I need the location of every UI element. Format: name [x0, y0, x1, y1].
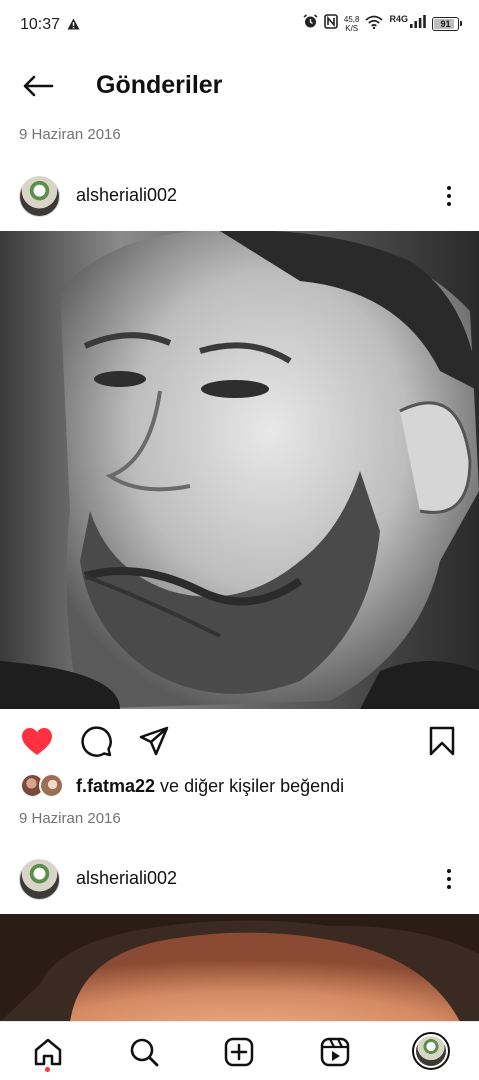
notification-dot [45, 1067, 50, 1072]
username[interactable]: alsheriali002 [76, 185, 177, 206]
nav-profile[interactable] [411, 1031, 451, 1071]
signal-icon [410, 15, 426, 33]
battery-icon: 91 [432, 17, 462, 31]
nav-create[interactable] [221, 1034, 257, 1070]
post-header: alsheriali002 [0, 859, 479, 907]
comment-icon [81, 726, 112, 757]
more-options-button[interactable] [437, 863, 461, 895]
bottom-navigation [0, 1021, 479, 1080]
network-speed: 45,8 K/S [344, 15, 360, 33]
post-date: 9 Haziran 2016 [19, 810, 121, 827]
network-speed-unit: K/S [345, 24, 359, 33]
send-icon [139, 726, 169, 756]
nfc-icon [324, 14, 338, 34]
nav-search[interactable] [126, 1034, 162, 1070]
likes-suffix[interactable]: diğer kişiler beğendi [184, 776, 344, 796]
avatar[interactable] [19, 176, 60, 217]
add-icon [224, 1037, 254, 1067]
more-vertical-icon [447, 869, 451, 873]
likes-summary[interactable]: f.fatma22 ve diğer kişiler beğendi [0, 772, 479, 800]
battery-level: 91 [440, 19, 451, 29]
warning-icon [67, 17, 80, 35]
nav-reels[interactable] [317, 1034, 353, 1070]
comment-button[interactable] [79, 724, 113, 758]
more-options-button[interactable] [437, 180, 461, 212]
arrow-left-icon [23, 75, 54, 97]
status-time: 10:37 [20, 16, 61, 33]
avatar[interactable] [19, 859, 60, 900]
home-icon [34, 1038, 62, 1066]
share-button[interactable] [137, 724, 171, 758]
post-header: alsheriali002 [0, 176, 479, 224]
page-title: Gönderiler [96, 71, 223, 99]
wifi-icon [365, 15, 384, 34]
like-button[interactable] [20, 724, 54, 758]
status-bar: 10:37 45,8 K/S R4G 91 [0, 0, 479, 52]
back-button[interactable] [18, 70, 58, 102]
network-type: R4G [389, 14, 408, 24]
liker-avatars [20, 773, 68, 799]
username[interactable]: alsheriali002 [76, 868, 177, 889]
search-icon [130, 1038, 159, 1067]
likes-text: f.fatma22 ve diğer kişiler beğendi [76, 776, 344, 797]
post-date: 9 Haziran 2016 [19, 126, 121, 143]
post-image[interactable] [0, 231, 479, 709]
profile-avatar [412, 1032, 450, 1070]
nav-home[interactable] [30, 1034, 66, 1070]
save-button[interactable] [425, 724, 459, 758]
more-vertical-icon [447, 186, 451, 190]
top-app-bar: Gönderiler [0, 60, 479, 112]
heart-icon [22, 727, 52, 755]
bookmark-icon [429, 726, 455, 756]
post-actions [0, 722, 479, 760]
likes-connector: ve [160, 776, 180, 796]
post-image[interactable] [0, 914, 479, 1022]
alarm-icon [303, 14, 318, 34]
network-speed-value: 45,8 [343, 15, 360, 24]
status-icons: 45,8 K/S R4G 91 [303, 14, 462, 34]
liker-username[interactable]: f.fatma22 [76, 776, 155, 796]
reels-icon [320, 1037, 350, 1067]
avatar [39, 773, 64, 798]
